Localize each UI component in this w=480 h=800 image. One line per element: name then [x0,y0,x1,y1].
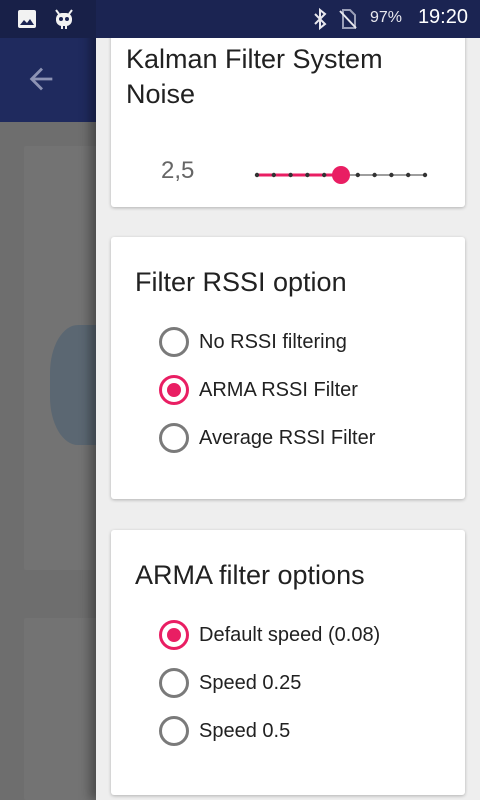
radio-option-no-rssi[interactable]: No RSSI filtering [159,322,347,362]
settings-sheet: Kalman Filter System Noise 2,5 Filter RS… [96,0,480,800]
slider-tick [322,172,327,178]
radio-option-average-rssi[interactable]: Average RSSI Filter [159,418,375,458]
arma-card: ARMA filter options Default speed (0.08)… [111,530,465,795]
radio-option-speed-025[interactable]: Speed 0.25 [159,663,301,703]
radio-button[interactable] [159,620,189,650]
slider-tick [305,172,310,178]
card-title: ARMA filter options [135,560,365,590]
radio-button[interactable] [159,375,189,405]
no-sim-icon [336,7,360,31]
clock: 19:20 [417,6,468,28]
noise-card: Kalman Filter System Noise 2,5 [111,22,465,207]
slider-tick [288,172,293,178]
slider-tick [271,172,276,178]
slider-tick [355,172,360,178]
radio-button[interactable] [159,668,189,698]
radio-label: Default speed (0.08) [199,623,381,646]
slider-thumb[interactable] [332,166,350,184]
slider-tick [406,172,411,178]
radio-button[interactable] [159,716,189,746]
card-title: Filter RSSI option [135,267,347,297]
slider-tick [422,172,428,178]
radio-option-default-speed[interactable]: Default speed (0.08) [159,615,380,655]
radio-label: No RSSI filtering [199,330,347,353]
slider-tick [254,172,260,178]
radio-label: Speed 0.25 [199,671,302,694]
slider-value: 2,5 [161,157,195,184]
radio-button[interactable] [159,327,189,357]
radio-option-arma-rssi[interactable]: ARMA RSSI Filter [159,370,358,410]
radio-option-speed-05[interactable]: Speed 0.5 [159,711,290,751]
image-icon [15,7,39,31]
rssi-card: Filter RSSI option No RSSI filtering ARM… [111,237,465,499]
radio-button[interactable] [159,423,189,453]
slider-tick [372,172,377,178]
battery-percent: 97% [370,9,403,26]
radio-label: ARMA RSSI Filter [199,378,358,401]
card-title: Kalman Filter System Noise [126,44,383,109]
system-noise-slider[interactable] [253,162,429,188]
android-robot-icon [52,7,76,31]
radio-label: Average RSSI Filter [199,426,376,449]
status-bar: 97% 19:20 [0,0,480,38]
slider-tick [389,172,394,178]
arrow-back-icon[interactable] [24,62,58,96]
radio-label: Speed 0.5 [199,719,291,742]
bluetooth-icon [308,7,332,31]
